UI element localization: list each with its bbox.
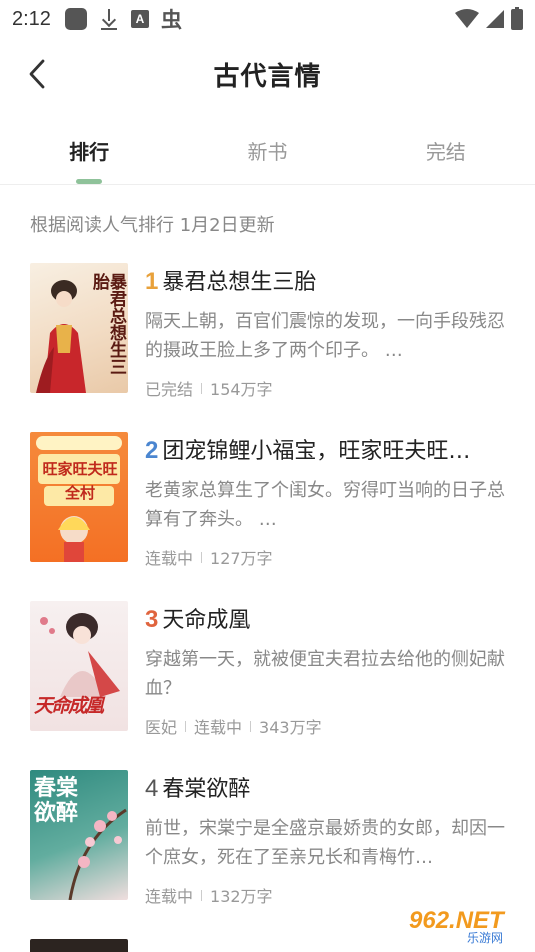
chevron-left-icon	[29, 59, 45, 89]
book-title: 4 春棠欲醉	[145, 772, 505, 806]
download-icon	[99, 8, 119, 30]
word-count: 154万字	[210, 380, 273, 399]
word-count: 343万字	[259, 718, 322, 737]
rank-number: 2	[145, 437, 159, 464]
book-cover: 春棠欲醉	[30, 770, 128, 900]
status-bar: 2:12 A 虫	[0, 0, 535, 38]
book-item[interactable]: 天命成凰 3 天命成凰 穿越第一天，就被便宜夫君拉去给他的侧妃献血？ 医妃 连载中…	[0, 601, 535, 770]
book-cover: 暴君总想生三胎	[30, 263, 128, 393]
book-title-text: 天命成凰	[162, 608, 251, 633]
site-watermark: 962.NET 乐游网	[403, 900, 527, 946]
meta-divider	[201, 889, 203, 901]
book-status: 连载中	[194, 718, 243, 737]
system-icons	[455, 6, 523, 30]
tab-label: 排行	[69, 140, 110, 164]
meta-divider	[250, 720, 252, 732]
book-description: 老黄家总算生了个闺女。穷得叮当响的日子总算有了奔头。 …	[145, 480, 505, 530]
book-description: 隔天上朝，百官们震惊的发现，一向手段残忍的摄政王脸上多了两个印子。 …	[145, 311, 505, 361]
book-title-text: 春棠欲醉	[162, 777, 251, 802]
book-info: 2 团宠锦鲤小福宝，旺家旺夫旺… 老黄家总算生了个闺女。穷得叮当响的日子总算有了奔…	[145, 432, 505, 601]
watermark-sub: 乐游网	[467, 931, 503, 945]
book-cover: 旺家旺夫旺全村	[30, 432, 128, 562]
book-title-text: 团宠锦鲤小福宝，旺家旺夫旺…	[162, 439, 471, 464]
book-title: 3 天命成凰	[145, 603, 505, 637]
bug-icon: 虫	[160, 8, 182, 32]
meta-divider	[201, 382, 203, 394]
meta-divider	[201, 551, 203, 563]
book-status: 连载中	[145, 549, 194, 568]
watermark-logo: 962.NET 乐游网	[403, 902, 527, 945]
app-square-icon	[64, 8, 87, 30]
book-tag: 医妃	[145, 718, 178, 737]
book-meta: 已完结 154万字	[145, 376, 505, 400]
tab-completed[interactable]: 完结	[357, 110, 535, 184]
active-tab-indicator	[76, 179, 103, 184]
word-count: 127万字	[210, 549, 273, 568]
book-cover: 天命成凰	[30, 601, 128, 731]
book-description: 前世，宋棠宁是全盛京最娇贵的女郎，却因一个庶女，死在了至亲兄长和青梅竹…	[145, 818, 505, 868]
rank-number: 3	[145, 606, 159, 633]
battery-icon	[511, 6, 523, 30]
book-status: 已完结	[145, 380, 194, 399]
title-bar: 古代言情	[0, 38, 535, 110]
book-item[interactable]: 暴君总想生三胎 1 暴君总想生三胎 隔天上朝，百官们震惊的发现，一向手段残忍的摄政…	[0, 263, 535, 432]
book-cover	[30, 939, 128, 952]
cover-title: 暴君总想生三胎	[89, 273, 126, 375]
book-title: 2 团宠锦鲤小福宝，旺家旺夫旺…	[145, 434, 505, 468]
status-time: 2:12	[12, 7, 51, 30]
word-count: 132万字	[210, 887, 273, 906]
tab-label: 完结	[425, 140, 466, 164]
book-title-text: 暴君总想生三胎	[162, 270, 317, 295]
book-meta: 连载中 127万字	[145, 545, 505, 569]
meta-divider	[185, 720, 187, 732]
wifi-icon	[455, 9, 479, 28]
book-list: 暴君总想生三胎 1 暴君总想生三胎 隔天上朝，百官们震惊的发现，一向手段残忍的摄政…	[0, 263, 535, 939]
book-description: 穿越第一天，就被便宜夫君拉去给他的侧妃献血？	[145, 649, 505, 699]
notification-icons: A 虫	[64, 4, 182, 34]
ranking-update-note: 根据阅读人气排行 1月2日更新	[30, 215, 275, 236]
watermark-main: 962.NET	[409, 907, 506, 934]
book-status: 连载中	[145, 887, 194, 906]
book-info: 1 暴君总想生三胎 隔天上朝，百官们震惊的发现，一向手段残忍的摄政王脸上多了两个印…	[145, 263, 505, 432]
tab-label: 新书	[247, 140, 288, 164]
rank-number: 4	[145, 775, 159, 802]
rank-number: 1	[145, 268, 159, 295]
book-info: 3 天命成凰 穿越第一天，就被便宜夫君拉去给他的侧妃献血？ 医妃 连载中 343万…	[145, 601, 505, 770]
tab-bar: 排行 新书 完结	[0, 110, 535, 185]
signal-icon	[486, 10, 504, 28]
a-badge-icon: A	[130, 10, 149, 28]
back-button[interactable]	[22, 58, 52, 90]
tab-new-books[interactable]: 新书	[178, 110, 356, 184]
cover-title: 春棠欲醉	[34, 775, 79, 826]
cover-title: 天命成凰	[34, 695, 104, 717]
tab-ranking[interactable]: 排行	[0, 110, 178, 184]
book-meta: 医妃 连载中 343万字	[145, 714, 505, 738]
cover-title: 旺家旺夫旺全村	[42, 460, 118, 502]
page-title: 古代言情	[213, 61, 322, 92]
book-title: 1 暴君总想生三胎	[145, 265, 505, 299]
book-item[interactable]: 旺家旺夫旺全村 2 团宠锦鲤小福宝，旺家旺夫旺… 老黄家总算生了个闺女。穷得叮当响…	[0, 432, 535, 601]
